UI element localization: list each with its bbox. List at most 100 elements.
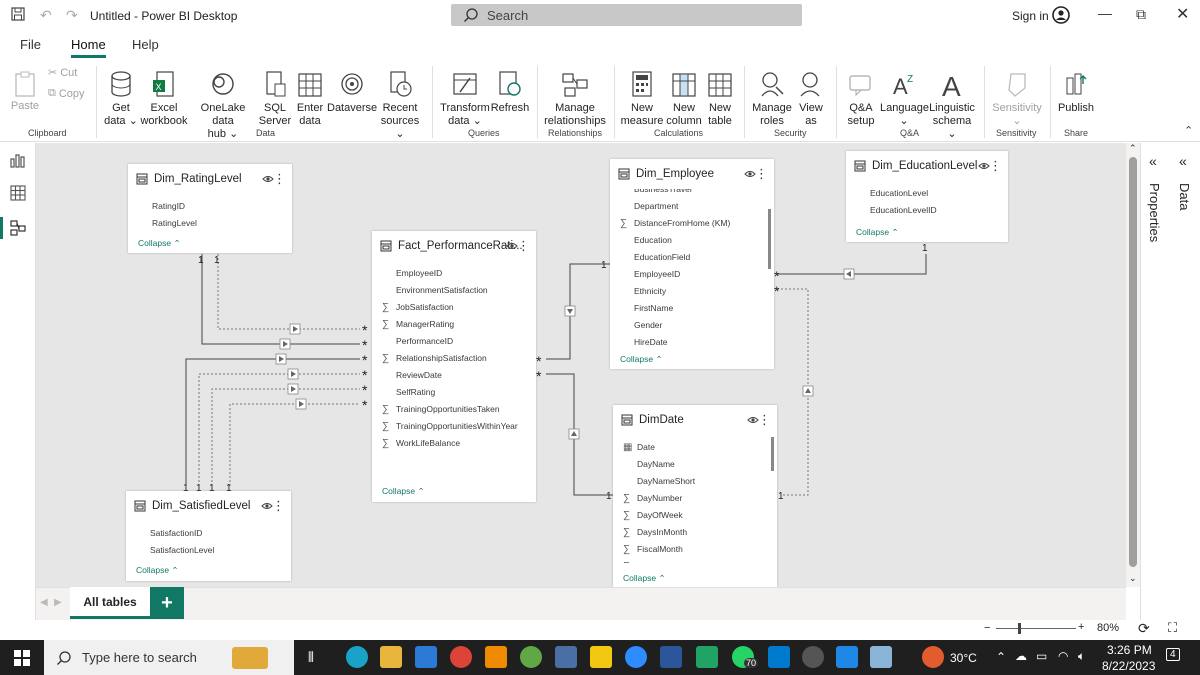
new-measure-button[interactable]: New measure xyxy=(620,66,664,128)
table-card-satisfied-level[interactable]: Dim_SatisfiedLevel ⋮ SatisfactionID Satis… xyxy=(126,491,291,581)
table-field[interactable]: ▦ Date xyxy=(613,439,777,456)
windows-start-icon[interactable] xyxy=(14,650,30,669)
save-icon[interactable] xyxy=(10,6,26,25)
postgres-app-icon[interactable] xyxy=(555,646,577,668)
more-options-icon[interactable]: ⋮ xyxy=(273,171,286,187)
table-card-employee[interactable]: Dim_Employee ⋮ BusinessTravel Department ∑… xyxy=(610,159,774,369)
table-field[interactable]: Ethnicity xyxy=(610,283,774,300)
table-field[interactable]: ∑ DistanceFromHome (KM) xyxy=(610,215,774,232)
table-field[interactable]: RatingID xyxy=(128,198,292,215)
table-card-rating-level[interactable]: Dim_RatingLevel ⋮ RatingID RatingLevel Co… xyxy=(128,164,292,253)
new-column-button[interactable]: New column xyxy=(664,66,704,128)
clock-time[interactable]: 3:26 PM xyxy=(1107,643,1152,657)
powerbi-app-icon[interactable] xyxy=(590,646,612,668)
wifi-icon[interactable]: ◠ xyxy=(1058,649,1068,663)
minimize-icon[interactable]: — xyxy=(1098,5,1112,21)
table-card-education-level[interactable]: Dim_EducationLevel ⋮ EducationLevel Educa… xyxy=(846,151,1008,242)
language-button[interactable]: AZ Language ⌄ xyxy=(880,66,929,128)
fullscreen-icon[interactable]: ⛶ xyxy=(1168,620,1177,636)
zoom-out-icon[interactable]: − xyxy=(984,622,990,634)
collapse-link[interactable]: Collapse ⌃ xyxy=(856,227,899,238)
file-explorer-app-icon[interactable] xyxy=(380,646,402,668)
table-field[interactable]: Gender xyxy=(610,317,774,334)
weather-icon[interactable] xyxy=(922,646,944,668)
cut-button[interactable]: ✂ Cut xyxy=(48,66,77,80)
table-field[interactable]: Education xyxy=(610,232,774,249)
table-field[interactable]: HireDate xyxy=(610,334,774,349)
restore-icon[interactable]: ⧉ xyxy=(1136,6,1146,23)
canvas-scrollbar[interactable]: ⌃ ⌄ xyxy=(1126,143,1140,587)
more-options-icon[interactable]: ⋮ xyxy=(517,238,530,254)
data-pane-label[interactable]: Data xyxy=(1177,183,1192,210)
model-view-button[interactable] xyxy=(0,213,36,243)
table-field[interactable]: ReviewDate xyxy=(372,367,536,384)
collapse-ribbon-icon[interactable]: ⌃ xyxy=(1184,124,1193,137)
task-view-icon[interactable]: ⫴ xyxy=(308,649,314,666)
enter-data-button[interactable]: Enter data xyxy=(294,66,326,128)
publish-button[interactable]: Publish xyxy=(1056,66,1096,115)
paste-button[interactable]: Paste xyxy=(8,66,42,113)
manage-relationships-button[interactable]: Manage relationships xyxy=(542,66,608,128)
excel-app-icon[interactable] xyxy=(696,646,718,668)
get-data-button[interactable]: Get data ⌄ xyxy=(102,66,140,128)
table-field[interactable]: EducationLevelID xyxy=(846,202,1008,219)
scroll-up-icon[interactable]: ⌃ xyxy=(1129,143,1137,154)
fit-to-page-icon[interactable]: ⟳ xyxy=(1138,620,1150,637)
app-icon[interactable] xyxy=(520,646,542,668)
table-field[interactable]: Department xyxy=(610,198,774,215)
volume-icon[interactable]: 🔈︎ xyxy=(1078,649,1085,664)
table-field[interactable]: ∑ RelationshipSatisfaction xyxy=(372,350,536,367)
properties-pane-label[interactable]: Properties xyxy=(1147,183,1162,242)
zoom-slider-thumb[interactable] xyxy=(1018,623,1021,634)
signin-button[interactable]: Sign in xyxy=(1012,9,1049,23)
undo-icon[interactable]: ↶ xyxy=(40,7,52,24)
table-view-button[interactable] xyxy=(0,178,36,208)
cloud-icon[interactable]: ☁ xyxy=(1015,649,1027,663)
table-field[interactable]: DayName xyxy=(613,456,777,473)
app-icon[interactable] xyxy=(870,646,892,668)
word-app-icon[interactable] xyxy=(660,646,682,668)
table-field[interactable]: ∑ TrainingOpportunitiesWithinYear xyxy=(372,418,536,435)
zoom-in-icon[interactable]: + xyxy=(1078,621,1084,633)
collapse-link[interactable]: Collapse ⌃ xyxy=(136,565,179,576)
zoom-app-icon[interactable] xyxy=(625,646,647,668)
table-field[interactable]: SatisfactionID xyxy=(126,525,291,542)
scrollbar-thumb[interactable] xyxy=(1129,157,1137,567)
tab-file[interactable]: File xyxy=(20,37,41,52)
sql-server-button[interactable]: SQL Server xyxy=(258,66,292,128)
tab-help[interactable]: Help xyxy=(132,37,159,52)
card-scrollbar[interactable] xyxy=(771,437,774,471)
taskbar-search[interactable]: Type here to search xyxy=(44,640,294,675)
notifications-icon[interactable]: 4 xyxy=(1166,648,1180,661)
redo-icon[interactable]: ↷ xyxy=(66,7,78,24)
table-field[interactable]: ∑ WorkLifeBalance xyxy=(372,435,536,452)
qa-setup-button[interactable]: Q&A setup xyxy=(842,66,880,128)
manage-roles-button[interactable]: Manage roles xyxy=(750,66,794,128)
table-field[interactable]: ∑ DayNumber xyxy=(613,490,777,507)
table-field[interactable]: EmployeeID xyxy=(610,266,774,283)
table-card-dim-date[interactable]: DimDate ⋮ ▦ Date DayName DayNameShort ∑ DayNu… xyxy=(613,405,777,587)
table-field[interactable]: EducationField xyxy=(610,249,774,266)
more-options-icon[interactable]: ⋮ xyxy=(758,412,771,428)
dataverse-button[interactable]: Dataverse xyxy=(327,66,377,115)
view-as-button[interactable]: View as xyxy=(796,66,826,128)
new-table-button[interactable]: New table xyxy=(704,66,736,128)
scroll-down-icon[interactable]: ⌄ xyxy=(1129,573,1137,584)
edge-app-icon[interactable] xyxy=(346,646,368,668)
collapse-link[interactable]: Collapse ⌃ xyxy=(138,238,181,249)
table-field[interactable]: ∑ TrainingOpportunitiesTaken xyxy=(372,401,536,418)
photos-app-icon[interactable] xyxy=(836,646,858,668)
settings-app-icon[interactable] xyxy=(802,646,824,668)
collapse-link[interactable]: Collapse ⌃ xyxy=(382,486,425,497)
table-card-fact-performance[interactable]: Fact_PerformanceRati... ⋮ EmployeeID Envi… xyxy=(372,231,536,502)
card-scrollbar[interactable] xyxy=(768,209,771,269)
table-field[interactable]: ∑ JobSatisfaction xyxy=(372,299,536,316)
tab-all-tables[interactable]: All tables xyxy=(70,587,150,619)
tab-scroll-left-icon[interactable]: ◀ xyxy=(40,597,48,608)
expand-data-icon[interactable]: « xyxy=(1179,153,1187,169)
table-field[interactable]: EnvironmentSatisfaction xyxy=(372,282,536,299)
table-field[interactable]: BusinessTravel xyxy=(610,189,774,198)
table-field[interactable]: SatisfactionLevel xyxy=(126,542,291,559)
table-field[interactable]: FirstName xyxy=(610,300,774,317)
table-field[interactable]: EducationLevel xyxy=(846,185,1008,202)
